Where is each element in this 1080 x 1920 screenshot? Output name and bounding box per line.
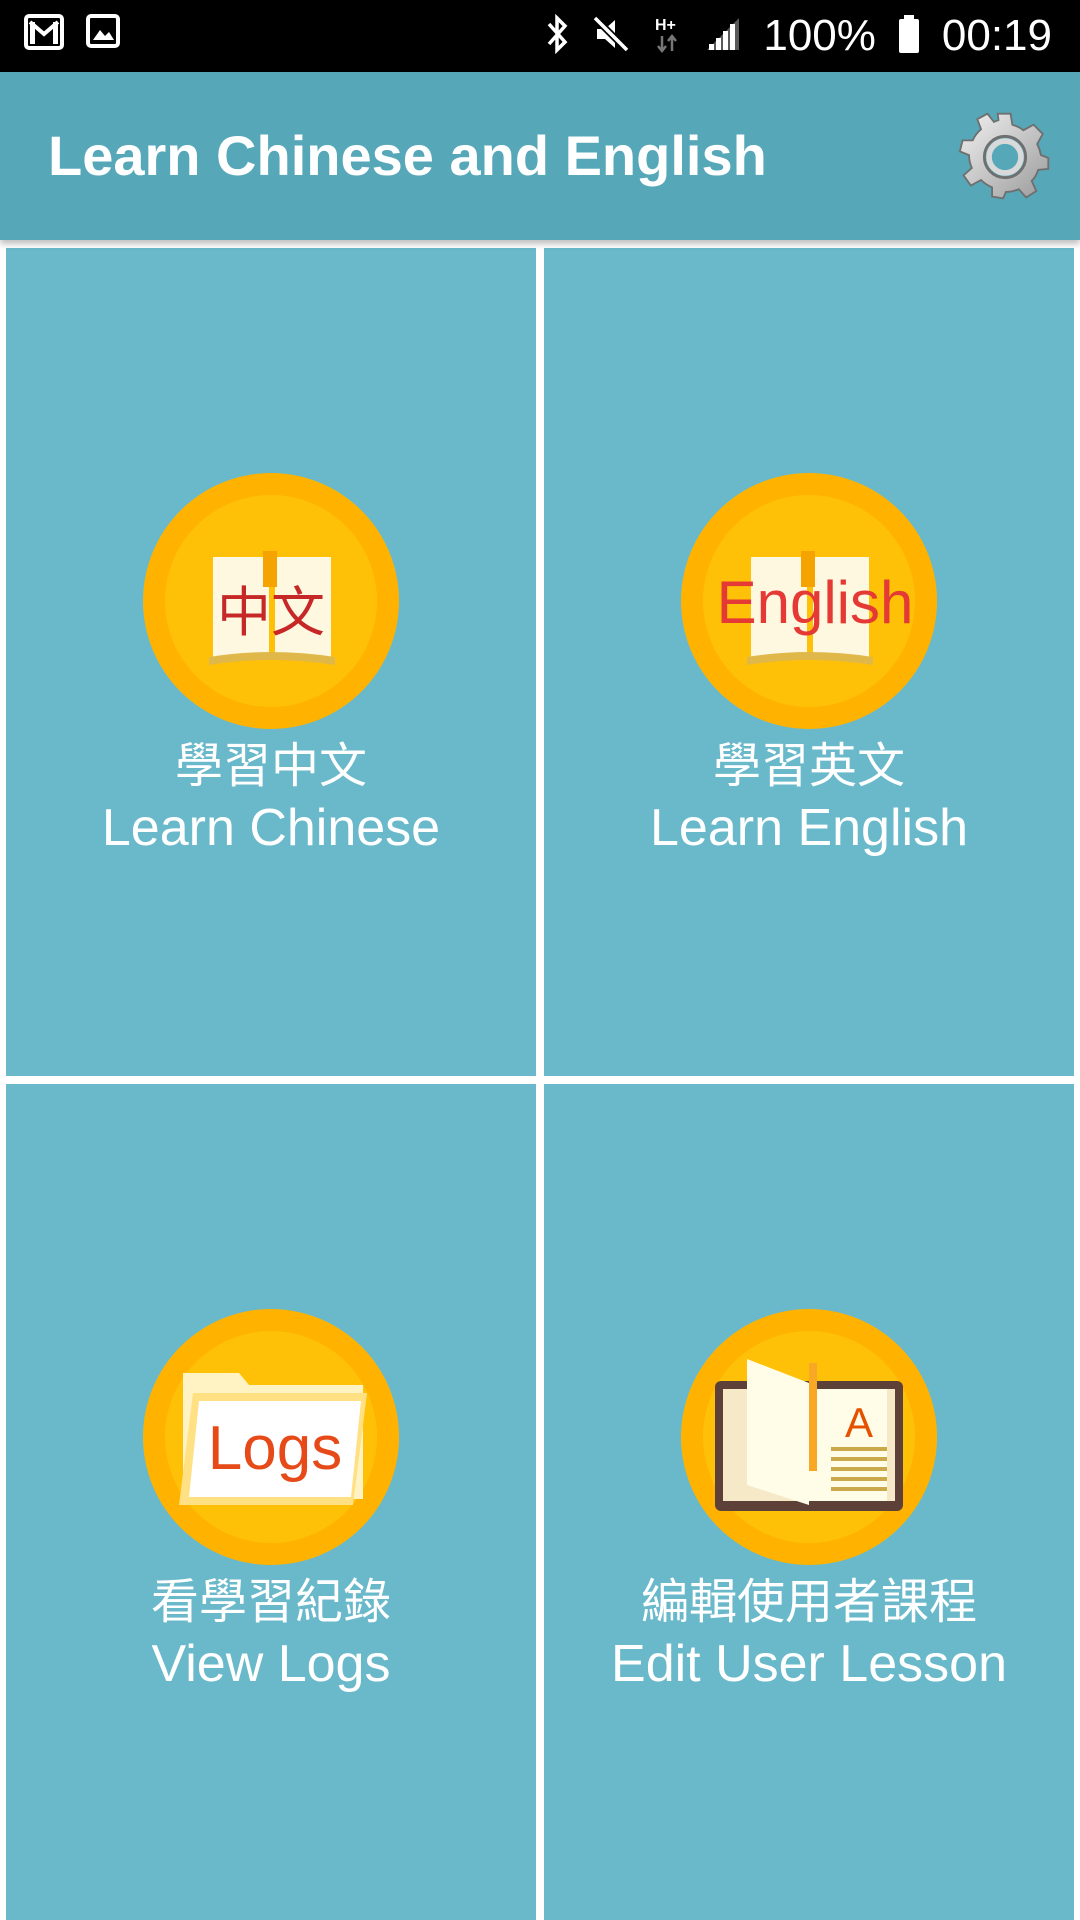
gmail-icon bbox=[24, 14, 64, 54]
edit-user-lesson-label-zh: 編輯使用者課程 bbox=[640, 1574, 977, 1630]
logs-folder-text: Logs bbox=[208, 1414, 342, 1483]
learn-english-label: 學習英文 Learn English bbox=[544, 736, 1074, 860]
network-hplus-icon: H+ bbox=[653, 14, 683, 58]
view-logs-label-zh: 看學習紀錄 bbox=[150, 1574, 391, 1630]
lesson-book-text: A bbox=[845, 1399, 873, 1446]
english-book-icon: English bbox=[681, 473, 937, 729]
view-logs-label: 看學習紀錄 View Logs bbox=[6, 1572, 536, 1696]
settings-button[interactable] bbox=[958, 110, 1052, 204]
view-logs-label-en: View Logs bbox=[151, 1635, 391, 1693]
clock: 00:19 bbox=[941, 11, 1052, 60]
app-title: Learn Chinese and English bbox=[48, 124, 767, 187]
learn-chinese-label: 學習中文 Learn Chinese bbox=[6, 736, 536, 860]
battery-percent: 100% bbox=[763, 11, 876, 60]
edit-user-lesson-label-en: Edit User Lesson bbox=[611, 1635, 1007, 1693]
view-logs-tile[interactable]: Logs 看學習紀錄 View Logs bbox=[6, 1084, 536, 1920]
menu-grid: 中文 學習中文 Learn Chinese English 學習英文 Learn… bbox=[0, 240, 1080, 1920]
edit-user-lesson-label: 編輯使用者課程 Edit User Lesson bbox=[544, 1572, 1074, 1696]
learn-chinese-label-zh: 學習中文 bbox=[174, 738, 367, 794]
edit-user-lesson-tile[interactable]: A 編輯使用者課程 Edit User Lesson bbox=[544, 1084, 1074, 1920]
learn-chinese-label-en: Learn Chinese bbox=[101, 799, 441, 857]
gallery-icon bbox=[86, 14, 120, 54]
lesson-book-icon: A bbox=[681, 1309, 937, 1565]
learn-chinese-tile[interactable]: 中文 學習中文 Learn Chinese bbox=[6, 248, 536, 1076]
network-label: H+ bbox=[655, 17, 676, 34]
gear-icon bbox=[958, 112, 1050, 200]
chinese-book-text: 中文 bbox=[217, 581, 325, 644]
bluetooth-icon bbox=[545, 13, 569, 58]
chinese-book-icon: 中文 bbox=[143, 473, 399, 729]
status-bar: H+ 100% 00:19 bbox=[0, 0, 1080, 72]
learn-english-label-en: Learn English bbox=[650, 799, 968, 857]
battery-icon bbox=[898, 14, 920, 58]
learn-english-label-zh: 學習英文 bbox=[712, 738, 905, 794]
logs-folder-icon: Logs bbox=[143, 1309, 399, 1565]
mute-icon bbox=[591, 14, 631, 58]
learn-english-tile[interactable]: English 學習英文 Learn English bbox=[544, 248, 1074, 1076]
signal-icon bbox=[705, 16, 741, 56]
app-bar: Learn Chinese and English bbox=[0, 72, 1080, 240]
english-book-text: English bbox=[717, 569, 914, 636]
